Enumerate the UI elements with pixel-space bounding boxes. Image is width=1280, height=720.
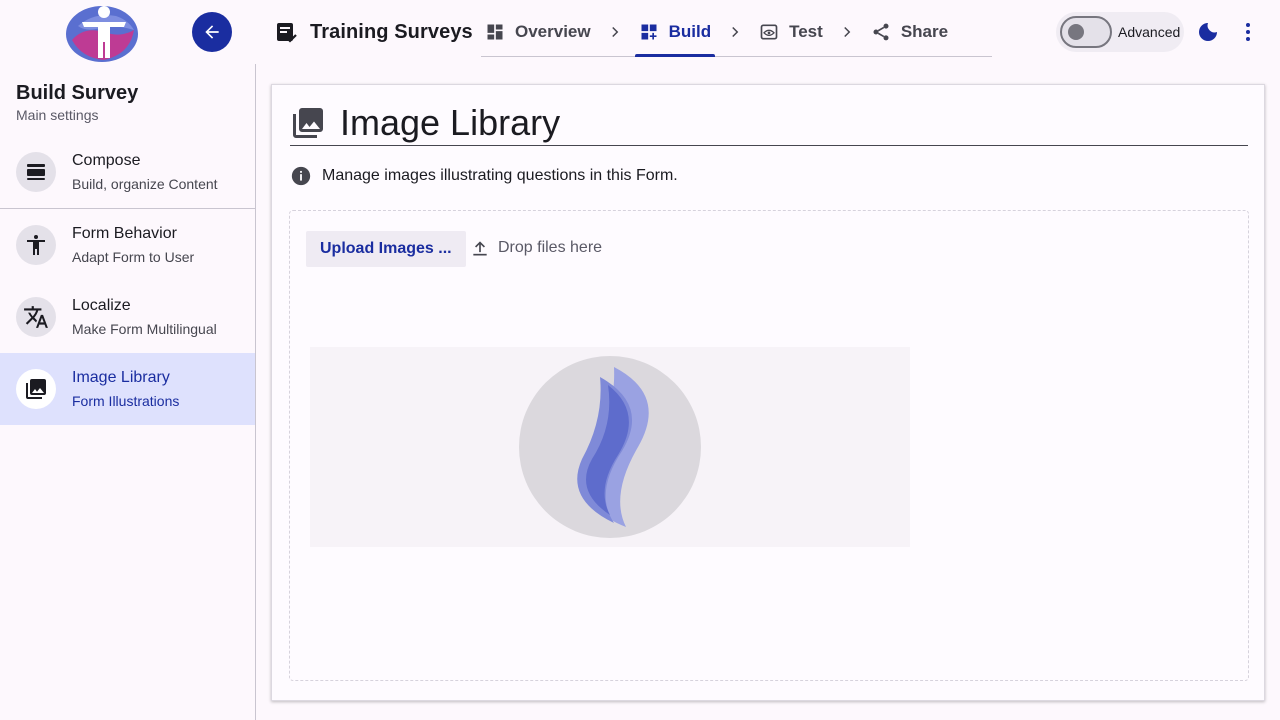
compose-icon (16, 152, 56, 192)
top-app-bar: Training Surveys Overview Build Test Sha… (0, 0, 1280, 64)
accessibility-icon (16, 225, 56, 265)
upload-icon (473, 241, 487, 256)
app-logo (64, 2, 140, 62)
drop-hint-text: Drop files here (498, 239, 603, 256)
sidebar-item-sub: Adapt Form to User (72, 249, 195, 265)
sidebar-title: Build Survey (16, 82, 139, 104)
arrow-back-icon (205, 25, 219, 39)
sidebar-item-label: Compose (72, 152, 141, 169)
sidebar-item-label: Form Behavior (72, 225, 177, 242)
sidebar-item-label: Localize (72, 297, 131, 314)
drop-hint: Drop files here (470, 238, 602, 258)
back-button[interactable] (192, 12, 232, 52)
chevron-right-icon (595, 23, 635, 41)
info-text: Manage images illustrating questions in … (322, 167, 678, 184)
chevron-right-icon (715, 23, 755, 41)
step-share[interactable]: Share (867, 8, 952, 56)
advanced-label: Advanced (1118, 24, 1181, 40)
toggle-switch[interactable] (1060, 16, 1112, 48)
advanced-toggle[interactable]: Advanced (1056, 12, 1184, 52)
page-header: Image Library (290, 101, 1248, 146)
form-check-icon (277, 23, 297, 43)
dark-mode-icon[interactable] (1196, 20, 1220, 44)
wave-logo-image (519, 356, 701, 538)
sidebar-item-form-behavior[interactable]: Form Behavior Adapt Form to User (0, 209, 255, 281)
file-dropzone[interactable]: Upload Images ... Drop files here (289, 210, 1249, 681)
step-test[interactable]: Test (755, 8, 827, 56)
translate-icon (16, 297, 56, 337)
more-vert-icon[interactable] (1236, 20, 1260, 44)
sidebar-item-sub: Form Illustrations (72, 393, 180, 409)
photo-library-icon (293, 108, 323, 138)
workflow-steps: Overview Build Test Share (481, 8, 992, 57)
image-library-card: Image Library Manage images illustrating… (271, 84, 1265, 701)
sidebar-subtitle: Main settings (16, 107, 99, 123)
upload-images-button[interactable]: Upload Images ... (306, 231, 466, 267)
step-share-label: Share (900, 22, 949, 41)
sidebar: Build Survey Main settings Compose Build… (0, 64, 256, 720)
info-icon (291, 166, 311, 186)
step-build-label: Build (668, 22, 712, 41)
photo-library-icon (16, 369, 56, 409)
dashboard-icon (487, 24, 503, 40)
sidebar-item-localize[interactable]: Localize Make Form Multilingual (0, 281, 255, 353)
step-overview[interactable]: Overview (481, 8, 595, 56)
step-build[interactable]: Build (634, 8, 716, 57)
sidebar-item-image-library[interactable]: Image Library Form Illustrations (0, 353, 255, 425)
share-icon (873, 23, 889, 41)
chevron-right-icon (827, 23, 867, 41)
dashboard-customize-icon (641, 24, 657, 40)
preview-icon (760, 24, 778, 40)
page-title: Image Library (340, 102, 561, 143)
sidebar-item-label: Image Library (72, 369, 170, 386)
toggle-knob (1068, 24, 1084, 40)
step-overview-label: Overview (515, 22, 591, 41)
info-message: Manage images illustrating questions in … (290, 165, 678, 187)
sidebar-item-sub: Build, organize Content (72, 176, 218, 192)
app-title: Training Surveys (274, 18, 473, 46)
sidebar-item-sub: Make Form Multilingual (72, 321, 217, 337)
sidebar-item-compose[interactable]: Compose Build, organize Content (0, 136, 255, 208)
app-title-text: Training Surveys (310, 20, 473, 43)
step-test-label: Test (789, 22, 823, 41)
image-thumbnail[interactable] (310, 347, 910, 547)
